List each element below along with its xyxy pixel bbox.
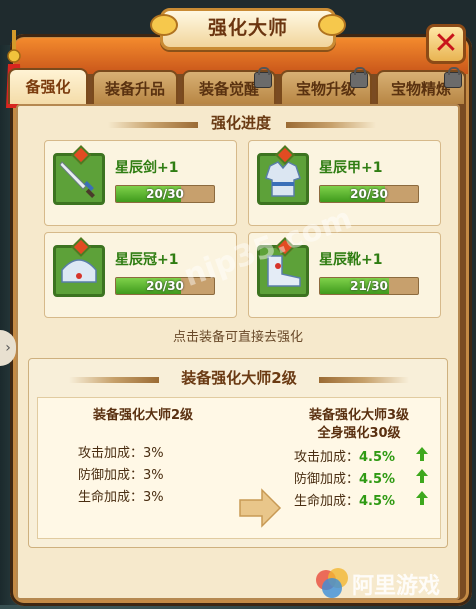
lock-icon — [444, 67, 462, 88]
tab-label: 宝物升级 — [295, 80, 356, 98]
progress-text: 21/30 — [350, 279, 388, 293]
equip-name: 星辰剑+1 — [115, 160, 179, 176]
stat-value: 4.5% — [359, 494, 396, 509]
tab-treasure-refine[interactable]: 宝物精炼 — [376, 67, 466, 104]
current-stat-attack: 攻击加成：3% — [78, 442, 164, 461]
equip-card-sword[interactable]: 星辰剑+1 20/30 — [44, 140, 237, 226]
next-stat-defense: 防御加成：4.5% — [294, 468, 395, 487]
arrow-up-icon — [416, 491, 428, 505]
stat-value: 3% — [143, 446, 164, 461]
progress-section-title: 强化进度 — [210, 114, 271, 132]
window-title: 强化大师 — [207, 17, 288, 39]
progress-bar: 21/30 — [319, 277, 419, 295]
tab-label: 装备升品 — [104, 80, 165, 98]
stat-label: 生命加成： — [294, 494, 360, 509]
ornament-right — [286, 122, 376, 128]
close-button[interactable]: ✕ — [426, 24, 466, 64]
stat-label: 攻击加成： — [78, 446, 144, 461]
progress-text: 20/30 — [146, 187, 184, 201]
close-icon: ✕ — [433, 26, 459, 61]
hint-text: 点击装备可直接去强化 — [172, 330, 303, 345]
master-section: 装备强化大师2级 装备强化大师2级 攻击加成：3% 防御加成：3% 生命加成：3… — [28, 358, 448, 548]
arrow-up-icon — [416, 469, 428, 483]
stat-value: 3% — [143, 490, 164, 505]
progress-bar: 20/30 — [319, 185, 419, 203]
tab-label: 宝物精炼 — [390, 80, 451, 98]
equip-slot[interactable] — [53, 237, 105, 297]
watermark-corner: 阿里游戏 — [352, 574, 441, 599]
stat-label: 攻击加成： — [294, 450, 360, 465]
current-level-title: 装备强化大师2级 — [92, 408, 194, 423]
progress-bar: 20/30 — [115, 185, 215, 203]
arrow-right-icon — [239, 488, 282, 528]
logo-icon — [316, 568, 348, 598]
progress-text: 20/30 — [350, 187, 388, 201]
stat-label: 生命加成： — [78, 490, 144, 505]
next-level-title: 装备强化大师3级 — [308, 408, 410, 423]
current-stat-hp: 生命加成：3% — [78, 486, 164, 505]
ornament-left — [69, 377, 159, 383]
tab-label: 备强化 — [25, 78, 71, 96]
current-stat-defense: 防御加成：3% — [78, 464, 164, 483]
arrow-up-icon — [416, 447, 428, 461]
equip-name: 星辰靴+1 — [319, 252, 383, 268]
content-panel: 强化进度 星辰剑+1 20/30 星辰甲+1 20/30 星辰冠+1 20/30… — [16, 104, 460, 600]
next-stat-hp: 生命加成：4.5% — [294, 490, 395, 509]
ornament-right — [319, 377, 409, 383]
next-level-requirement: 全身强化30级 — [317, 426, 401, 441]
ornament-left — [108, 122, 198, 128]
master-details: 装备强化大师2级 攻击加成：3% 防御加成：3% 生命加成：3% 装备强化大师3… — [37, 397, 441, 539]
tab-upgrade-quality[interactable]: 装备升品 — [92, 70, 178, 104]
lock-icon — [350, 67, 368, 88]
equip-slot[interactable] — [53, 145, 105, 205]
stat-value: 4.5% — [359, 450, 396, 465]
equip-slot[interactable] — [257, 145, 309, 205]
tab-strengthen[interactable]: 备强化 — [8, 68, 88, 104]
tab-treasure-upgrade[interactable]: 宝物升级 — [280, 67, 372, 104]
equip-name: 星辰甲+1 — [319, 160, 383, 176]
tab-equip-awaken[interactable]: 装备觉醒 — [182, 67, 276, 104]
tab-label: 装备觉醒 — [198, 80, 259, 98]
master-title: 装备强化大师2级 — [181, 369, 297, 387]
stat-label: 防御加成： — [78, 468, 144, 483]
next-stat-attack: 攻击加成：4.5% — [294, 446, 395, 465]
stat-label: 防御加成： — [294, 472, 360, 487]
lock-icon — [254, 67, 272, 88]
equip-name: 星辰冠+1 — [115, 252, 179, 268]
stat-value: 4.5% — [359, 472, 396, 487]
stat-value: 3% — [143, 468, 164, 483]
